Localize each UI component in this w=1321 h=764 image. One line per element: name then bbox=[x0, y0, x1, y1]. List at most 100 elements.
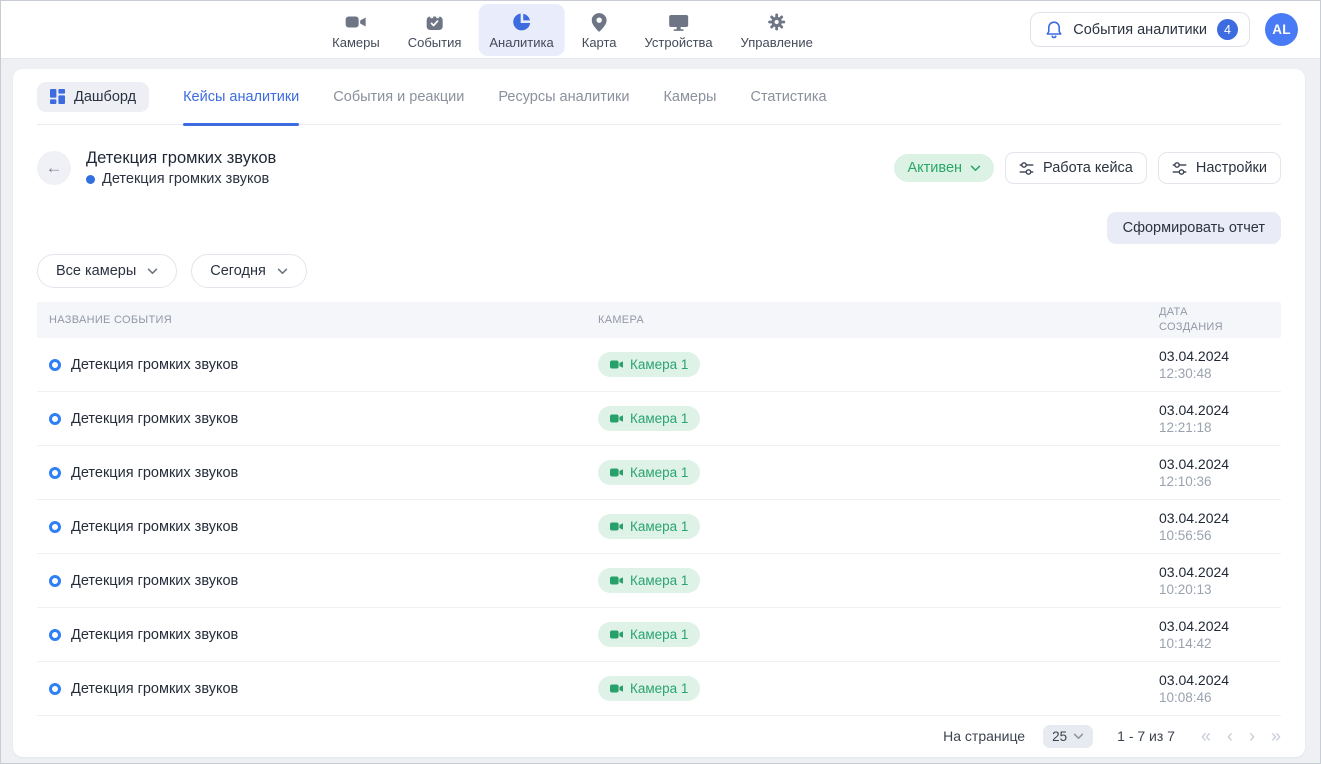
period-filter-dropdown[interactable]: Сегодня bbox=[191, 254, 307, 288]
camera-name: Камера 1 bbox=[630, 519, 688, 534]
tab-dashboard[interactable]: Дашборд bbox=[37, 82, 149, 112]
camera-badge: Камера 1 bbox=[598, 514, 700, 539]
camera-icon bbox=[610, 522, 623, 531]
case-actions: Активен Работа кейса Настройки bbox=[894, 152, 1281, 184]
nav-item-label: События bbox=[408, 35, 462, 50]
case-settings-label: Настройки bbox=[1196, 160, 1267, 176]
date-cell: 03.04.2024 12:10:36 bbox=[1159, 456, 1269, 489]
event-name: Детекция громких звуков bbox=[71, 519, 238, 535]
avatar[interactable]: AL bbox=[1265, 13, 1298, 46]
table-row[interactable]: Детекция громких звуков Камера 1 03.04.2… bbox=[37, 554, 1281, 608]
pagination-controls: « ‹ › » bbox=[1201, 727, 1281, 745]
nav-item-events[interactable]: События bbox=[397, 4, 473, 56]
event-time: 12:21:18 bbox=[1159, 420, 1269, 435]
dashboard-icon bbox=[50, 89, 65, 104]
nav-item-analytics[interactable]: Аналитика bbox=[478, 4, 564, 56]
chevron-down-icon bbox=[277, 268, 288, 275]
event-ring-icon bbox=[49, 683, 61, 695]
event-name-cell: Детекция громких звуков bbox=[49, 357, 598, 373]
chevron-down-icon bbox=[970, 165, 981, 172]
back-arrow-icon: ← bbox=[46, 158, 63, 178]
table-row[interactable]: Детекция громких звуков Камера 1 03.04.2… bbox=[37, 500, 1281, 554]
event-name: Детекция громких звуков bbox=[71, 357, 238, 373]
case-header: ← Детекция громких звуков Детекция громк… bbox=[37, 149, 1281, 187]
nav-item-cameras[interactable]: Камеры bbox=[321, 4, 391, 56]
case-settings-button[interactable]: Настройки bbox=[1158, 152, 1281, 184]
nav-item-devices[interactable]: Устройства bbox=[634, 4, 724, 56]
page-size-select[interactable]: 25 bbox=[1043, 725, 1093, 748]
camera-cell: Камера 1 bbox=[598, 406, 1159, 431]
camera-icon bbox=[610, 360, 623, 369]
tab-cameras[interactable]: Камеры bbox=[663, 69, 716, 125]
event-name-cell: Детекция громких звуков bbox=[49, 465, 598, 481]
range-label: 1 - 7 из 7 bbox=[1117, 728, 1175, 744]
table-footer: На странице 25 1 - 7 из 7 « ‹ › » bbox=[37, 719, 1281, 753]
last-page-button[interactable]: » bbox=[1271, 727, 1281, 745]
back-button[interactable]: ← bbox=[37, 151, 71, 185]
date-cell: 03.04.2024 12:21:18 bbox=[1159, 402, 1269, 435]
event-date: 03.04.2024 bbox=[1159, 672, 1269, 688]
table-row[interactable]: Детекция громких звуков Камера 1 03.04.2… bbox=[37, 662, 1281, 716]
prev-page-button[interactable]: ‹ bbox=[1227, 727, 1233, 745]
table-row[interactable]: Детекция громких звуков Камера 1 03.04.2… bbox=[37, 608, 1281, 662]
generate-report-button[interactable]: Сформировать отчет bbox=[1107, 212, 1281, 244]
table-row[interactable]: Детекция громких звуков Камера 1 03.04.2… bbox=[37, 446, 1281, 500]
case-work-label: Работа кейса bbox=[1043, 160, 1133, 176]
filters-row: Все камеры Сегодня bbox=[37, 254, 1281, 288]
date-cell: 03.04.2024 10:20:13 bbox=[1159, 564, 1269, 597]
event-name-cell: Детекция громких звуков bbox=[49, 519, 598, 535]
nav-item-label: Камеры bbox=[332, 35, 380, 50]
status-dot-icon bbox=[86, 175, 95, 184]
camera-badge: Камера 1 bbox=[598, 406, 700, 431]
nav-item-label: Устройства bbox=[645, 35, 713, 50]
camera-cell: Камера 1 bbox=[598, 352, 1159, 377]
top-header: Камеры События Аналитика Карта Устройств… bbox=[1, 1, 1320, 59]
nav-item-management[interactable]: Управление bbox=[730, 4, 824, 56]
event-name-cell: Детекция громких звуков bbox=[49, 411, 598, 427]
camera-badge: Камера 1 bbox=[598, 676, 700, 701]
analytics-events-button[interactable]: События аналитики 4 bbox=[1030, 12, 1250, 47]
tab-label: Ресурсы аналитики bbox=[498, 89, 629, 105]
event-date: 03.04.2024 bbox=[1159, 456, 1269, 472]
case-subtitle: Детекция громких звуков bbox=[86, 171, 276, 187]
camera-icon bbox=[610, 576, 623, 585]
cameras-filter-dropdown[interactable]: Все камеры bbox=[37, 254, 177, 288]
camera-cell: Камера 1 bbox=[598, 622, 1159, 647]
camera-name: Камера 1 bbox=[630, 627, 688, 642]
next-page-button[interactable]: › bbox=[1249, 727, 1255, 745]
cameras-icon bbox=[345, 12, 367, 32]
nav-item-map[interactable]: Карта bbox=[571, 4, 628, 56]
tab-analytics-cases[interactable]: Кейсы аналитики bbox=[183, 69, 299, 125]
first-page-button[interactable]: « bbox=[1201, 727, 1211, 745]
table-row[interactable]: Детекция громких звуков Камера 1 03.04.2… bbox=[37, 392, 1281, 446]
tab-analytics-resources[interactable]: Ресурсы аналитики bbox=[498, 69, 629, 125]
event-name: Детекция громких звуков bbox=[71, 411, 238, 427]
status-dropdown[interactable]: Активен bbox=[894, 154, 994, 182]
event-ring-icon bbox=[49, 521, 61, 533]
column-header-date: ДАТА СОЗДАНИЯ bbox=[1159, 305, 1269, 336]
tab-events-reactions[interactable]: События и реакции bbox=[333, 69, 464, 125]
per-page-label: На странице bbox=[943, 728, 1025, 744]
column-header-name: НАЗВАНИЕ СОБЫТИЯ bbox=[49, 314, 598, 326]
camera-badge: Камера 1 bbox=[598, 352, 700, 377]
case-subtitle-label: Детекция громких звуков bbox=[102, 171, 269, 187]
nav-item-label: Карта bbox=[582, 35, 617, 50]
camera-icon bbox=[610, 630, 623, 639]
column-header-camera: КАМЕРА bbox=[598, 314, 1159, 326]
map-icon bbox=[592, 12, 607, 32]
app-window: Камеры События Аналитика Карта Устройств… bbox=[0, 0, 1321, 764]
event-ring-icon bbox=[49, 575, 61, 587]
tab-label: Кейсы аналитики bbox=[183, 89, 299, 105]
camera-name: Камера 1 bbox=[630, 357, 688, 372]
tab-label: Статистика bbox=[750, 89, 826, 105]
page-title: Детекция громких звуков bbox=[86, 149, 276, 168]
main-card: Дашборд Кейсы аналитики События и реакци… bbox=[13, 69, 1305, 757]
nav-item-label: Аналитика bbox=[489, 35, 553, 50]
bell-icon bbox=[1045, 20, 1063, 39]
case-work-button[interactable]: Работа кейса bbox=[1005, 152, 1147, 184]
date-cell: 03.04.2024 10:56:56 bbox=[1159, 510, 1269, 543]
tab-statistics[interactable]: Статистика bbox=[750, 69, 826, 125]
chevron-down-icon bbox=[1073, 733, 1084, 740]
table-row[interactable]: Детекция громких звуков Камера 1 03.04.2… bbox=[37, 338, 1281, 392]
tab-label: События и реакции bbox=[333, 89, 464, 105]
